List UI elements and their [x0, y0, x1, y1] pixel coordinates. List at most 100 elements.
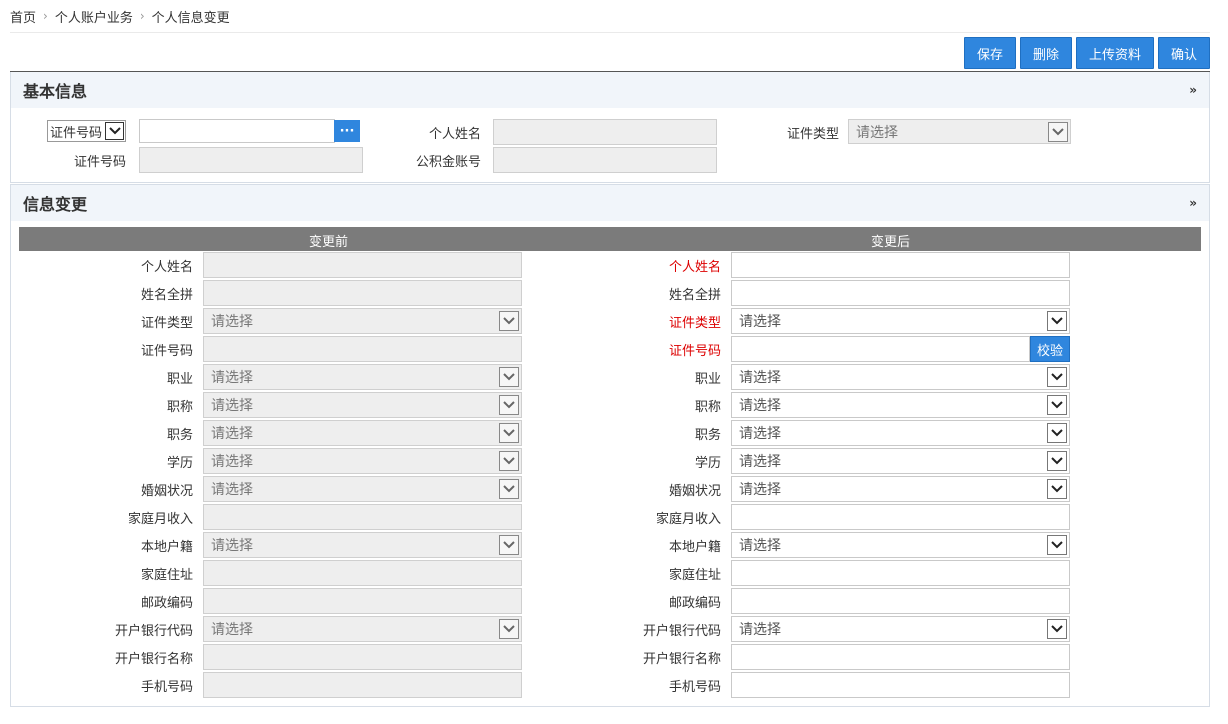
name-field	[493, 119, 717, 145]
before-label-row-3: 证件类型	[140, 316, 193, 331]
select-value: 请选择	[211, 482, 253, 498]
after-label-row-10: 家庭月收入	[655, 512, 721, 527]
after-input-row-1[interactable]	[731, 252, 1070, 278]
select-value: 请选择	[211, 454, 253, 470]
delete-button[interactable]: 删除	[1020, 37, 1072, 69]
after-input-row-4[interactable]	[731, 336, 1030, 362]
after-select-row-5[interactable]: 请选择	[731, 364, 1070, 390]
after-label-row-14: 开户银行代码	[642, 624, 721, 639]
after-label-row-16: 手机号码	[668, 680, 721, 695]
before-field-row-7: 请选择	[203, 420, 522, 446]
after-select-row-3[interactable]: 请选择	[731, 308, 1070, 334]
after-input-row-12[interactable]	[731, 560, 1070, 586]
before-label-row-13: 邮政编码	[140, 596, 193, 611]
basic-info-panel: 基本信息 » 证件号码 ··· 个人姓名 证件类型 请选择 证件号码 公积金账号	[10, 72, 1210, 183]
after-input-row-16[interactable]	[731, 672, 1070, 698]
after-select-row-8[interactable]: 请选择	[731, 448, 1070, 474]
after-select-row-7[interactable]: 请选择	[731, 420, 1070, 446]
after-select-row-11[interactable]: 请选择	[731, 532, 1070, 558]
select-value: 请选择	[739, 622, 781, 638]
after-input-row-2[interactable]	[731, 280, 1070, 306]
chevron-down-icon	[1047, 451, 1067, 471]
after-label-row-4: 证件号码	[668, 344, 721, 359]
after-label-row-9: 婚姻状况	[668, 484, 721, 499]
chevron-down-icon	[499, 535, 519, 555]
chevron-down-icon	[1047, 395, 1067, 415]
select-value: 请选择	[211, 314, 253, 330]
after-select-row-9[interactable]: 请选择	[731, 476, 1070, 502]
upload-documents-button[interactable]: 上传资料	[1076, 37, 1154, 69]
lookup-more-button[interactable]: ···	[334, 120, 360, 142]
after-label-row-8: 学历	[694, 456, 721, 471]
before-label-row-15: 开户银行名称	[114, 652, 193, 667]
breadcrumb: 首页 › 个人账户业务 › 个人信息变更	[10, 0, 1210, 33]
before-field-row-15	[203, 644, 522, 670]
id-type-selector[interactable]: 证件号码	[47, 120, 126, 142]
after-label-row-15: 开户银行名称	[642, 652, 721, 667]
after-input-row-10[interactable]	[731, 504, 1070, 530]
select-value: 请选择	[211, 538, 253, 554]
before-field-row-11: 请选择	[203, 532, 522, 558]
chevron-down-icon	[499, 395, 519, 415]
id-number-label: 证件号码	[73, 155, 126, 170]
breadcrumb-separator-icon: ›	[43, 9, 48, 23]
chevron-down-icon	[499, 367, 519, 387]
basic-info-header[interactable]: 基本信息 »	[11, 72, 1209, 108]
after-label-row-3: 证件类型	[668, 316, 721, 331]
before-label-row-6: 职称	[166, 400, 193, 415]
before-field-row-4	[203, 336, 522, 362]
after-column-header: 变更后	[871, 235, 911, 250]
id-number-field	[139, 147, 363, 173]
after-label-row-11: 本地户籍	[668, 540, 721, 555]
name-label: 个人姓名	[428, 127, 481, 142]
before-field-row-9: 请选择	[203, 476, 522, 502]
after-input-row-15[interactable]	[731, 644, 1070, 670]
info-change-panel: 信息变更 » 变更前 变更后 个人姓名 个人姓名 姓名全拼 姓名全拼 证件类型 请选择 证件…	[10, 184, 1210, 707]
chevron-down-icon	[1047, 367, 1067, 387]
after-label-row-2: 姓名全拼	[668, 288, 721, 303]
select-value: 请选择	[211, 622, 253, 638]
chevron-down-icon	[499, 311, 519, 331]
collapse-double-chevron-icon[interactable]: »	[1189, 83, 1197, 97]
breadcrumb-personal-account[interactable]: 个人账户业务	[55, 7, 133, 26]
before-field-row-14: 请选择	[203, 616, 522, 642]
after-select-row-14[interactable]: 请选择	[731, 616, 1070, 642]
before-field-row-1	[203, 252, 522, 278]
basic-info-title: 基本信息	[23, 82, 88, 101]
before-field-row-12	[203, 560, 522, 586]
chevron-down-icon	[1048, 121, 1068, 142]
before-field-row-13	[203, 588, 522, 614]
fund-account-field	[493, 147, 717, 173]
before-label-row-9: 婚姻状况	[140, 484, 193, 499]
breadcrumb-separator-icon: ›	[139, 9, 145, 23]
before-field-row-5: 请选择	[203, 364, 522, 390]
before-label-row-14: 开户银行代码	[114, 624, 193, 639]
chevron-down-icon	[1047, 479, 1067, 499]
select-value: 请选择	[739, 398, 781, 414]
breadcrumb-current-page: 个人信息变更	[151, 10, 230, 26]
verify-button[interactable]: 校验	[1030, 336, 1070, 362]
before-field-row-8: 请选择	[203, 448, 522, 474]
after-label-row-6: 职称	[694, 400, 721, 415]
id-type-label: 证件类型	[786, 127, 839, 142]
breadcrumb-home[interactable]: 首页	[10, 7, 36, 26]
id-search-input[interactable]	[139, 119, 335, 143]
before-column-header: 变更前	[309, 235, 349, 250]
info-change-header[interactable]: 信息变更 »	[11, 185, 1209, 221]
id-type-selector-value: 证件号码	[50, 125, 103, 141]
before-field-row-10	[203, 504, 522, 530]
after-select-row-6[interactable]: 请选择	[731, 392, 1070, 418]
confirm-button[interactable]: 确认	[1158, 37, 1210, 69]
save-button[interactable]: 保存	[964, 37, 1016, 69]
before-label-row-2: 姓名全拼	[140, 288, 193, 303]
chevron-down-icon	[499, 479, 519, 499]
before-label-row-8: 学历	[166, 456, 193, 471]
before-label-row-1: 个人姓名	[140, 260, 193, 275]
chevron-down-icon	[1047, 311, 1067, 331]
select-value: 请选择	[739, 538, 781, 554]
after-label-row-13: 邮政编码	[668, 596, 721, 611]
chevron-down-icon	[1047, 619, 1067, 639]
after-input-row-13[interactable]	[731, 588, 1070, 614]
chevron-down-icon	[1047, 535, 1067, 555]
collapse-double-chevron-icon[interactable]: »	[1189, 196, 1197, 210]
